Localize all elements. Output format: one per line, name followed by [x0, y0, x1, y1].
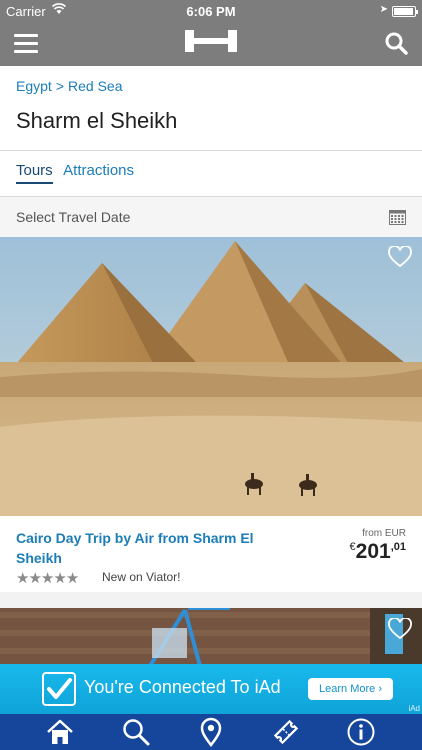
breadcrumb-separator: >: [55, 78, 64, 94]
tab-tours[interactable]: Tours: [16, 162, 53, 184]
review-note: New on Viator!: [102, 570, 181, 584]
map-pin-icon[interactable]: [196, 717, 226, 747]
star-icon: ★: [40, 570, 55, 587]
pyramids-of-giza-photo: [0, 237, 422, 516]
tour-image-playground[interactable]: [0, 608, 422, 666]
price-cents: ,01: [390, 541, 406, 553]
breadcrumb-region[interactable]: Red Sea: [68, 78, 122, 94]
iad-corner-label: iAd: [408, 704, 420, 713]
tab-attractions[interactable]: Attractions: [63, 162, 134, 182]
star-icon: ★: [16, 570, 30, 587]
card-separator: [0, 592, 422, 608]
tour-card-info[interactable]: Cairo Day Trip by Air from Sharm El Shei…: [0, 516, 422, 592]
hamburger-icon-line: [14, 42, 38, 45]
battery-icon: [392, 6, 418, 17]
tour-image-pyramids[interactable]: [0, 237, 422, 516]
star-icon: ★: [65, 570, 80, 587]
ad-text: You're Connected To iAd: [84, 677, 281, 697]
favorite-heart-icon[interactable]: [388, 618, 412, 640]
hamburger-icon-line: [14, 34, 38, 37]
favorite-heart-icon[interactable]: [388, 246, 412, 268]
status-bar: Carrier 6:06 PM ➤: [0, 0, 422, 22]
playground-photo: [0, 608, 422, 666]
breadcrumb: Egypt > Red Sea: [16, 78, 122, 94]
tab-strip: Tours Attractions: [16, 162, 140, 190]
clock: 6:06 PM: [186, 4, 236, 19]
breadcrumb-country[interactable]: Egypt: [16, 78, 52, 94]
location-arrow-icon: ➤: [379, 4, 388, 15]
hamburger-icon-line: [14, 50, 38, 53]
info-icon[interactable]: [346, 717, 376, 747]
bottom-tab-bar: [0, 714, 422, 750]
star-icon: ★: [28, 570, 42, 587]
divider: [0, 150, 422, 151]
price-amount: 201: [355, 540, 391, 563]
learn-more-button[interactable]: Learn More ›: [308, 678, 393, 700]
search-icon[interactable]: [121, 717, 151, 747]
iad-banner[interactable]: You're Connected To iAd Learn More › iAd: [0, 664, 422, 714]
chevron-right-icon: ›: [378, 683, 382, 695]
hotels-logo[interactable]: [185, 28, 237, 54]
menu-button[interactable]: [14, 32, 40, 54]
price: €201,01: [350, 540, 406, 564]
travel-date-picker[interactable]: Select Travel Date: [0, 197, 422, 237]
learn-more-label: Learn More: [319, 683, 376, 695]
tour-title[interactable]: Cairo Day Trip by Air from Sharm El Shei…: [16, 528, 276, 568]
home-icon[interactable]: [45, 717, 75, 747]
checkmark-icon: [42, 672, 76, 706]
calendar-icon: [389, 210, 406, 225]
nav-bar: [0, 22, 422, 66]
star-rating: ★★★★★: [16, 569, 80, 588]
page-title: Sharm el Sheikh: [16, 108, 178, 133]
ticket-icon[interactable]: [271, 717, 301, 747]
price-from-label: from EUR: [362, 528, 406, 539]
star-icon: ★: [53, 570, 67, 587]
search-icon[interactable]: [384, 31, 408, 55]
travel-date-label: Select Travel Date: [16, 209, 131, 225]
